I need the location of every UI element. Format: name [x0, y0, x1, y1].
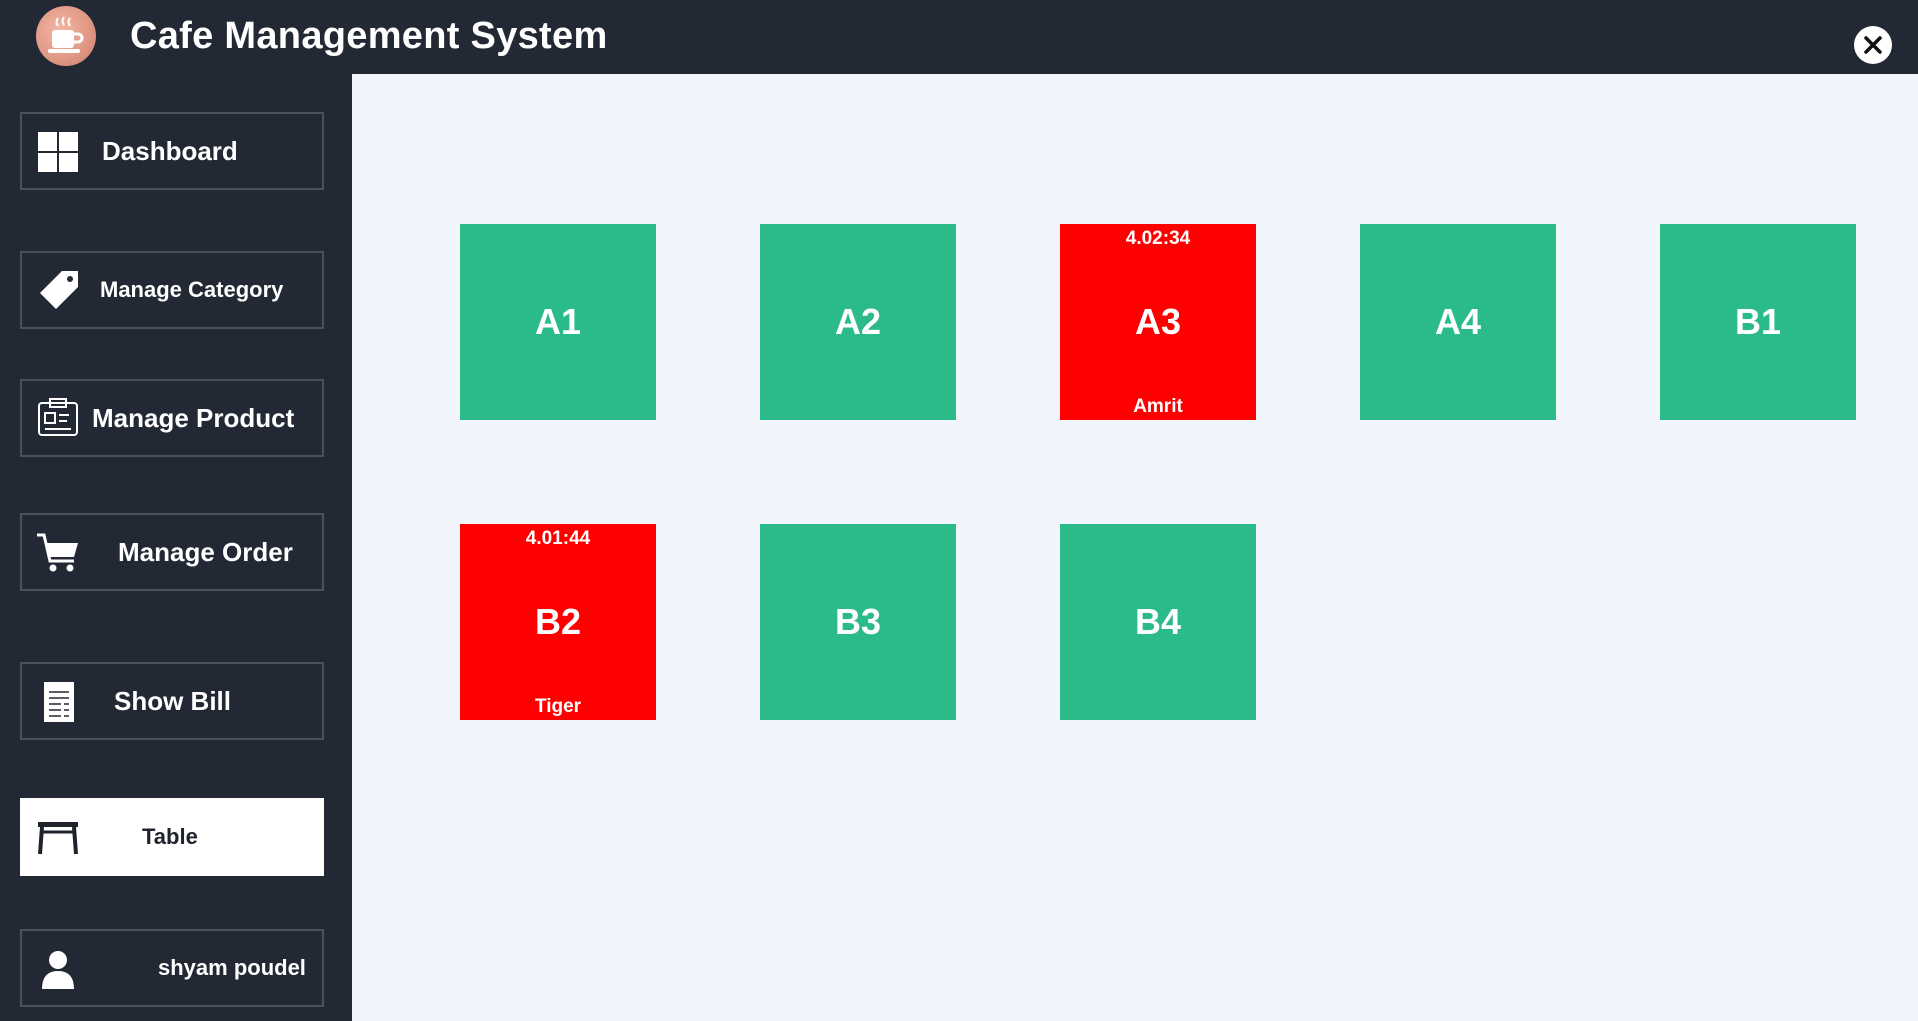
product-box-icon: [38, 398, 78, 436]
table-icon: [38, 822, 78, 855]
table-name: B1: [1734, 301, 1782, 342]
table-name: A3: [1134, 301, 1182, 342]
table-tile-a2[interactable]: A2: [760, 224, 956, 420]
tag-icon: [40, 271, 78, 309]
sidebar-item-table[interactable]: Table: [20, 798, 324, 876]
sidebar-item-label: shyam poudel: [158, 955, 306, 980]
sidebar-item-manage-product[interactable]: Manage Product: [20, 379, 324, 457]
table-tile-a3[interactable]: 4.02:34 A3 Amrit: [1060, 224, 1256, 420]
user-icon: [42, 951, 74, 989]
cart-icon: [37, 533, 78, 572]
table-tile-b4[interactable]: B4: [1060, 524, 1256, 720]
table-tile-b1[interactable]: B1: [1660, 224, 1856, 420]
table-grid-panel: A1 A2 4.02:34 A3 Amrit A4 B1 4.01:44 B2 …: [352, 74, 1918, 1021]
sidebar-item-manage-category[interactable]: Manage Category: [20, 251, 324, 329]
table-name: B4: [1134, 601, 1182, 642]
table-name: A1: [534, 301, 582, 342]
sidebar: Dashboard Manage Category Manage Product…: [0, 74, 352, 1021]
sidebar-item-label: Dashboard: [102, 136, 238, 166]
table-name: B3: [834, 601, 882, 642]
app-title: Cafe Management System: [130, 15, 608, 57]
sidebar-item-label: Show Bill: [114, 686, 231, 716]
sidebar-item-user[interactable]: shyam poudel: [20, 929, 324, 1007]
dashboard-grid-icon: [38, 132, 78, 172]
table-tile-b3[interactable]: B3: [760, 524, 956, 720]
title-bar: Cafe Management System: [0, 0, 1918, 74]
sidebar-item-label: Manage Category: [100, 277, 284, 302]
table-name: A2: [834, 301, 882, 342]
sidebar-item-label: Table: [142, 824, 198, 849]
sidebar-item-label: Manage Order: [118, 537, 293, 567]
close-button[interactable]: [1854, 26, 1892, 64]
table-tile-b2[interactable]: 4.01:44 B2 Tiger: [460, 524, 656, 720]
close-icon: [1864, 36, 1882, 54]
coffee-cup-icon: [36, 6, 96, 66]
sidebar-item-label: Manage Product: [92, 403, 295, 433]
table-name: B2: [534, 601, 582, 642]
sidebar-item-dashboard[interactable]: Dashboard: [20, 112, 324, 190]
bill-icon: [44, 682, 74, 722]
table-name: A4: [1434, 301, 1482, 342]
table-tile-a1[interactable]: A1: [460, 224, 656, 420]
table-customer-name: Amrit: [1133, 396, 1183, 417]
sidebar-item-manage-order[interactable]: Manage Order: [20, 513, 324, 591]
sidebar-item-show-bill[interactable]: Show Bill: [20, 662, 324, 740]
table-tile-a4[interactable]: A4: [1360, 224, 1556, 420]
table-customer-name: Tiger: [534, 696, 582, 717]
